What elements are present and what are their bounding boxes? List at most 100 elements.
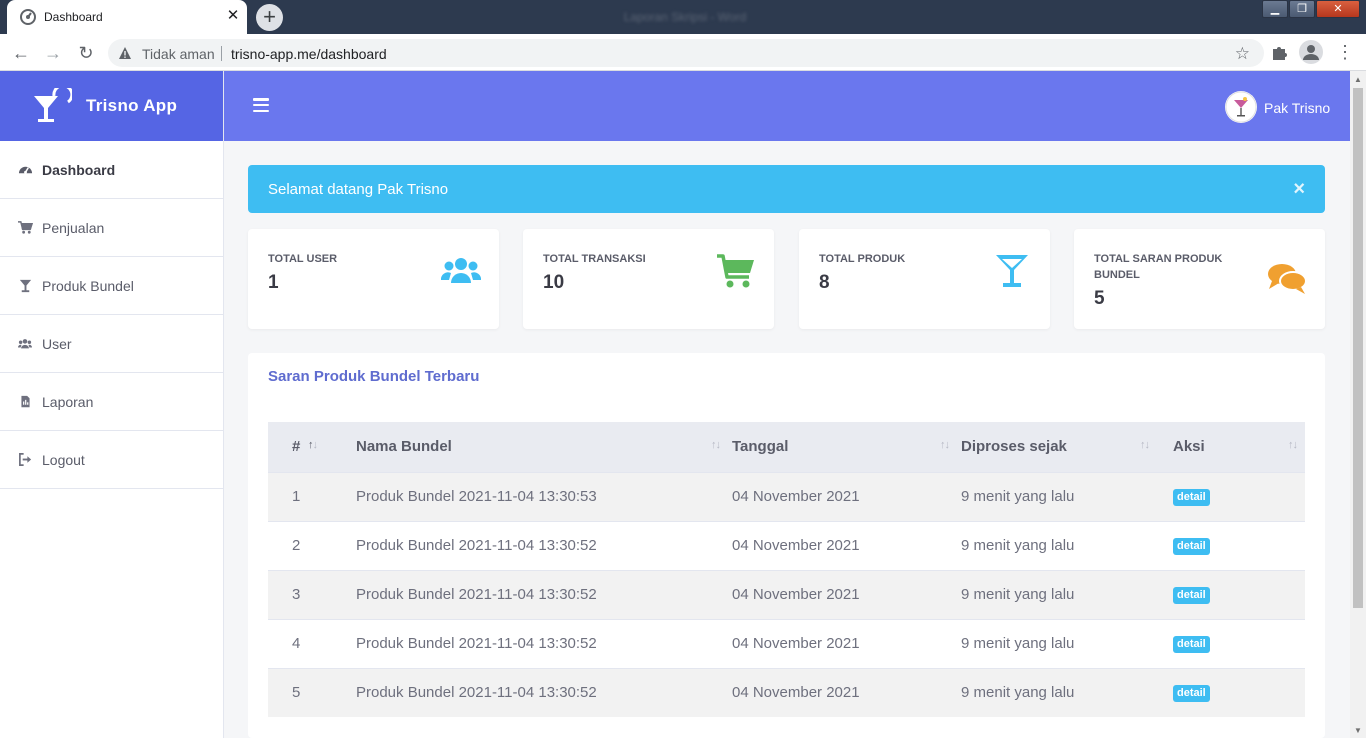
warning-triangle-icon[interactable]: [118, 46, 132, 60]
minimize-button[interactable]: ▁: [1262, 0, 1288, 18]
forward-arrow-icon[interactable]: →: [42, 42, 64, 64]
cell-aksi: detail: [1173, 471, 1305, 521]
detail-button[interactable]: detail: [1173, 489, 1210, 506]
cocktail-glass-icon: [996, 255, 1028, 287]
table-row: 5 Produk Bundel 2021-11-04 13:30:52 04 N…: [268, 667, 1305, 717]
detail-button[interactable]: detail: [1173, 538, 1210, 555]
comments-icon: [1268, 264, 1307, 294]
table-row: 1 Produk Bundel 2021-11-04 13:30:53 04 N…: [268, 471, 1305, 521]
sort-icon[interactable]: ↑↓: [711, 439, 721, 451]
sort-icon[interactable]: ↑↓: [1288, 439, 1298, 451]
cell-number: 4: [268, 618, 356, 668]
table-header-row: # ↑↓ Nama Bundel ↑↓ Tanggal ↑↓ Diproses …: [268, 422, 1305, 472]
tachometer-icon: [17, 162, 33, 178]
sort-asc-icon[interactable]: ↑↓: [308, 439, 318, 451]
cell-aksi: detail: [1173, 520, 1305, 570]
column-header-diproses-sejak[interactable]: Diproses sejak ↑↓: [961, 422, 1173, 472]
new-tab-button[interactable]: +: [256, 4, 283, 31]
page-scrollbar[interactable]: ▲ ▼: [1350, 71, 1366, 738]
column-header-number[interactable]: # ↑↓: [268, 422, 356, 472]
welcome-alert: Selamat datang Pak Trisno ×: [248, 165, 1325, 213]
sort-icon[interactable]: ↑↓: [1140, 439, 1150, 451]
sidebar-item-label: Dashboard: [42, 161, 116, 178]
maximize-button[interactable]: ❐: [1289, 0, 1315, 18]
sidebar-item-penjualan[interactable]: Penjualan: [0, 199, 223, 257]
cell-number: 5: [268, 667, 356, 717]
cocktail-glass-icon: [17, 278, 33, 294]
cell-aksi: detail: [1173, 667, 1305, 717]
detail-button[interactable]: detail: [1173, 685, 1210, 703]
sidebar-item-laporan[interactable]: Laporan: [0, 373, 223, 431]
column-header-nama-bundel[interactable]: Nama Bundel ↑↓: [356, 422, 732, 472]
column-header-label: Tanggal: [732, 438, 789, 456]
scroll-up-arrow-icon[interactable]: ▲: [1354, 75, 1362, 84]
security-indicator[interactable]: Tidak aman: [142, 46, 215, 62]
browser-tab[interactable]: Dashboard ✕: [7, 0, 247, 34]
browser-toolbar: ← → ↻ Tidak aman trisno-app.me/dashboard…: [0, 34, 1366, 71]
browser-menu-icon[interactable]: ⋮: [1336, 42, 1354, 62]
sidebar-item-label: User: [42, 335, 72, 352]
column-header-tanggal[interactable]: Tanggal ↑↓: [732, 422, 961, 472]
sidebar-item-label: Logout: [42, 451, 85, 468]
stat-card-total-transaksi: TOTAL TRANSAKSI 10: [523, 229, 774, 329]
cell-nama-bundel: Produk Bundel 2021-11-04 13:30:52: [356, 667, 732, 717]
cell-tanggal: 04 November 2021: [732, 667, 961, 717]
report-file-icon: [17, 394, 33, 410]
tab-close-icon[interactable]: ✕: [225, 8, 241, 24]
sidebar-item-label: Laporan: [42, 393, 94, 410]
sidebar-item-label: Penjualan: [42, 219, 105, 236]
window-close-button[interactable]: ✕: [1316, 0, 1360, 18]
detail-button[interactable]: detail: [1173, 587, 1210, 604]
extensions-puzzle-icon[interactable]: [1270, 42, 1290, 62]
logout-icon: [17, 452, 33, 468]
cocktail-logo-icon: [34, 88, 72, 122]
saran-produk-table: # ↑↓ Nama Bundel ↑↓ Tanggal ↑↓ Diproses …: [268, 422, 1305, 717]
stat-value: 1: [268, 272, 279, 293]
hamburger-menu-icon[interactable]: [253, 98, 269, 113]
sort-icon[interactable]: ↑↓: [940, 439, 950, 451]
users-icon: [441, 258, 481, 283]
stat-value: 10: [543, 272, 565, 293]
cell-tanggal: 04 November 2021: [732, 471, 961, 521]
user-name[interactable]: Pak Trisno: [1264, 100, 1330, 116]
detail-button[interactable]: detail: [1173, 636, 1210, 653]
bookmark-star-icon[interactable]: ☆: [1235, 44, 1250, 64]
tab-title: Dashboard: [44, 10, 103, 24]
cart-icon: [17, 220, 33, 236]
user-avatar[interactable]: [1225, 91, 1257, 123]
scroll-down-arrow-icon[interactable]: ▼: [1354, 726, 1362, 735]
stat-card-total-saran-produk-bundel: TOTAL SARAN PRODUK BUNDEL 5: [1074, 229, 1325, 329]
cell-tanggal: 04 November 2021: [732, 520, 961, 570]
url-text[interactable]: trisno-app.me/dashboard: [231, 46, 387, 62]
alert-close-icon[interactable]: ×: [1293, 179, 1305, 199]
address-bar[interactable]: Tidak aman trisno-app.me/dashboard ☆: [108, 39, 1264, 67]
sidebar-item-dashboard[interactable]: Dashboard: [0, 141, 223, 199]
brand[interactable]: Trisno App: [0, 71, 223, 141]
reload-icon[interactable]: ↻: [75, 42, 97, 64]
column-header-label: #: [292, 438, 301, 456]
column-header-label: Nama Bundel: [356, 438, 452, 456]
table-row: 2 Produk Bundel 2021-11-04 13:30:52 04 N…: [268, 520, 1305, 570]
main-content: Selamat datang Pak Trisno × TOTAL USER 1…: [224, 141, 1350, 738]
window-title: Laporan Skripsi - Word: [623, 10, 747, 24]
back-arrow-icon[interactable]: ←: [10, 42, 32, 64]
window-controls: ▁ ❐ ✕: [1261, 0, 1360, 18]
table-row: 3 Produk Bundel 2021-11-04 13:30:52 04 N…: [268, 569, 1305, 619]
sidebar-item-produk-bundel[interactable]: Produk Bundel: [0, 257, 223, 315]
sidebar: Trisno App Dashboard Penjualan Produk Bu…: [0, 71, 224, 738]
cell-number: 1: [268, 471, 356, 521]
browser-titlebar: Dashboard ✕ + Laporan Skripsi - Word ▁ ❐…: [0, 0, 1366, 34]
profile-avatar-icon[interactable]: [1299, 40, 1323, 64]
cell-nama-bundel: Produk Bundel 2021-11-04 13:30:52: [356, 618, 732, 668]
stat-value: 8: [819, 272, 830, 293]
cell-nama-bundel: Produk Bundel 2021-11-04 13:30:52: [356, 569, 732, 619]
scrollbar-thumb[interactable]: [1353, 88, 1363, 608]
column-header-aksi[interactable]: Aksi ↑↓: [1173, 422, 1305, 472]
topbar: Pak Trisno: [224, 71, 1350, 141]
cell-number: 3: [268, 569, 356, 619]
alert-message: Selamat datang Pak Trisno: [268, 181, 449, 198]
stat-label: TOTAL TRANSAKSI: [543, 253, 646, 265]
sidebar-item-user[interactable]: User: [0, 315, 223, 373]
sidebar-item-logout[interactable]: Logout: [0, 431, 223, 489]
stat-label: TOTAL PRODUK: [819, 253, 906, 265]
